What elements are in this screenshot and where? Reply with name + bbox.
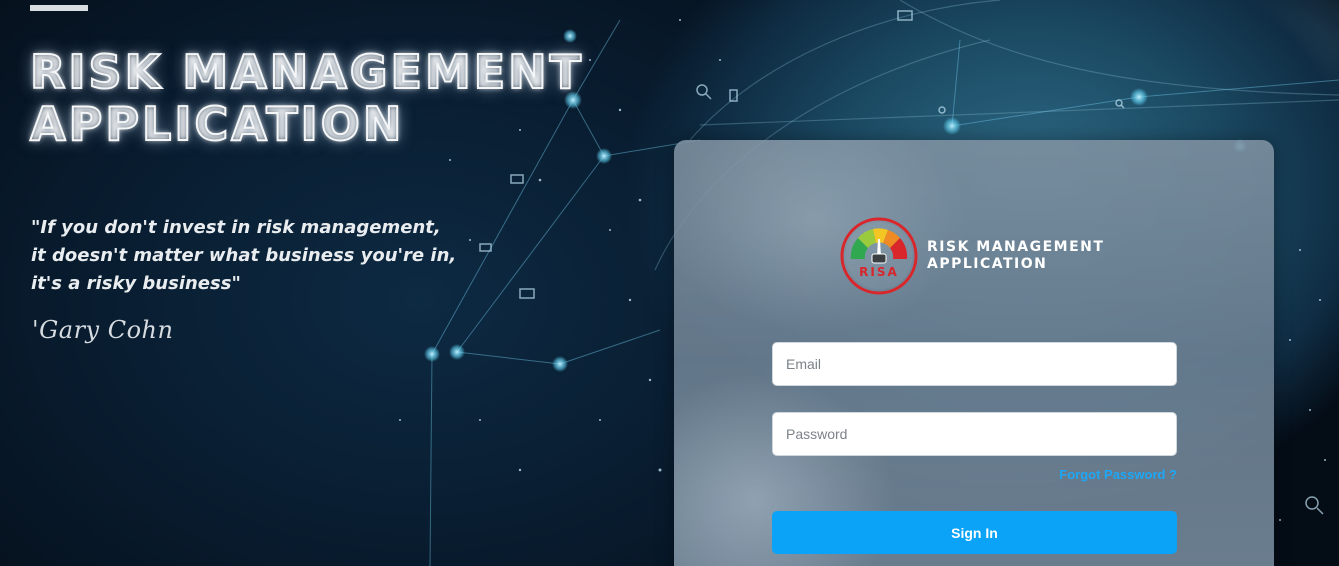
logo-text: RISA [859, 265, 899, 279]
top-accent-bar [30, 5, 88, 11]
email-field[interactable] [772, 342, 1177, 386]
brand-header: RISA RISK MANAGEMENT APPLICATION [840, 217, 1104, 295]
login-page: RISK MANAGEMENT APPLICATION "If you don'… [0, 0, 1339, 566]
forgot-password-link[interactable]: Forgot Password ? [1059, 467, 1177, 482]
quote-author-signature: 'Gary Cohn [32, 316, 174, 344]
hero-quote: "If you don't invest in risk management,… [31, 217, 457, 294]
sign-in-button[interactable]: Sign In [772, 511, 1177, 554]
login-card: RISA RISK MANAGEMENT APPLICATION Forgot … [674, 140, 1274, 566]
hero-title: RISK MANAGEMENT APPLICATION [29, 45, 585, 151]
password-field[interactable] [772, 412, 1177, 456]
brand-name: RISK MANAGEMENT APPLICATION [927, 239, 1105, 272]
risk-gauge-logo-icon: RISA [840, 217, 918, 295]
